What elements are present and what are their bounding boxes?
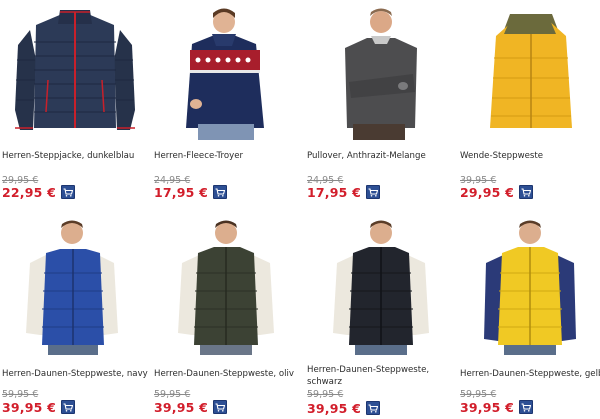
cart-icon bbox=[215, 187, 225, 197]
price-row: 39,95 € bbox=[154, 399, 227, 415]
sale-price: 17,95 € bbox=[154, 184, 208, 200]
product-image[interactable] bbox=[305, 0, 455, 140]
cart-icon bbox=[368, 187, 378, 197]
product-card[interactable]: Herren-Daunen-Steppweste, navy 59,95 € 3… bbox=[0, 215, 150, 419]
product-name[interactable]: Herren-Daunen-Steppweste, schwarz bbox=[307, 364, 453, 388]
product-card[interactable]: Herren-Steppjacke, dunkelblau 29,95 € 22… bbox=[0, 0, 150, 210]
product-card[interactable]: Herren-Fleece-Troyer 24,95 € 17,95 € bbox=[152, 0, 302, 210]
product-name[interactable]: Herren-Steppjacke, dunkelblau bbox=[2, 150, 148, 162]
product-image[interactable] bbox=[458, 0, 600, 140]
add-to-cart-button[interactable] bbox=[213, 185, 227, 199]
product-card[interactable]: Herren-Daunen-Steppweste, gelb 59,95 € 3… bbox=[458, 215, 600, 419]
product-image[interactable] bbox=[152, 0, 302, 140]
price-row: 22,95 € bbox=[2, 184, 75, 200]
sale-price: 39,95 € bbox=[307, 400, 361, 416]
cart-icon bbox=[63, 402, 73, 412]
cart-icon bbox=[368, 403, 378, 413]
price-row: 39,95 € bbox=[2, 399, 75, 415]
price-row: 17,95 € bbox=[154, 184, 227, 200]
product-image[interactable] bbox=[0, 0, 150, 140]
product-name[interactable]: Pullover, Anthrazit-Melange bbox=[307, 150, 453, 162]
product-image[interactable] bbox=[152, 215, 302, 355]
cart-icon bbox=[63, 187, 73, 197]
sale-price: 22,95 € bbox=[2, 184, 56, 200]
product-image[interactable] bbox=[0, 215, 150, 355]
price-row: 39,95 € bbox=[460, 399, 533, 415]
sale-price: 29,95 € bbox=[460, 184, 514, 200]
add-to-cart-button[interactable] bbox=[519, 185, 533, 199]
price-row: 39,95 € bbox=[307, 400, 380, 416]
product-card[interactable]: Pullover, Anthrazit-Melange 24,95 € 17,9… bbox=[305, 0, 455, 210]
cart-icon bbox=[521, 187, 531, 197]
product-card[interactable]: Wende-Steppweste 39,95 € 29,95 € bbox=[458, 0, 600, 210]
add-to-cart-button[interactable] bbox=[61, 400, 75, 414]
product-image[interactable] bbox=[458, 215, 600, 355]
product-card[interactable]: Herren-Daunen-Steppweste, schwarz 59,95 … bbox=[305, 215, 455, 419]
product-name[interactable]: Herren-Daunen-Steppweste, oliv bbox=[154, 368, 300, 380]
old-price: 59,95 € bbox=[307, 389, 344, 400]
product-card[interactable]: Herren-Daunen-Steppweste, oliv 59,95 € 3… bbox=[152, 215, 302, 419]
cart-icon bbox=[215, 402, 225, 412]
sale-price: 39,95 € bbox=[460, 399, 514, 415]
product-grid: Herren-Steppjacke, dunkelblau 29,95 € 22… bbox=[0, 0, 600, 419]
product-name[interactable]: Herren-Daunen-Steppweste, gelb bbox=[460, 368, 600, 380]
add-to-cart-button[interactable] bbox=[519, 400, 533, 414]
product-name[interactable]: Herren-Fleece-Troyer bbox=[154, 150, 300, 162]
price-row: 29,95 € bbox=[460, 184, 533, 200]
price-row: 17,95 € bbox=[307, 184, 380, 200]
add-to-cart-button[interactable] bbox=[213, 400, 227, 414]
add-to-cart-button[interactable] bbox=[61, 185, 75, 199]
add-to-cart-button[interactable] bbox=[366, 401, 380, 415]
sale-price: 17,95 € bbox=[307, 184, 361, 200]
add-to-cart-button[interactable] bbox=[366, 185, 380, 199]
product-image[interactable] bbox=[305, 215, 455, 355]
sale-price: 39,95 € bbox=[2, 399, 56, 415]
product-name[interactable]: Herren-Daunen-Steppweste, navy bbox=[2, 368, 148, 380]
sale-price: 39,95 € bbox=[154, 399, 208, 415]
product-name[interactable]: Wende-Steppweste bbox=[460, 150, 600, 162]
cart-icon bbox=[521, 402, 531, 412]
